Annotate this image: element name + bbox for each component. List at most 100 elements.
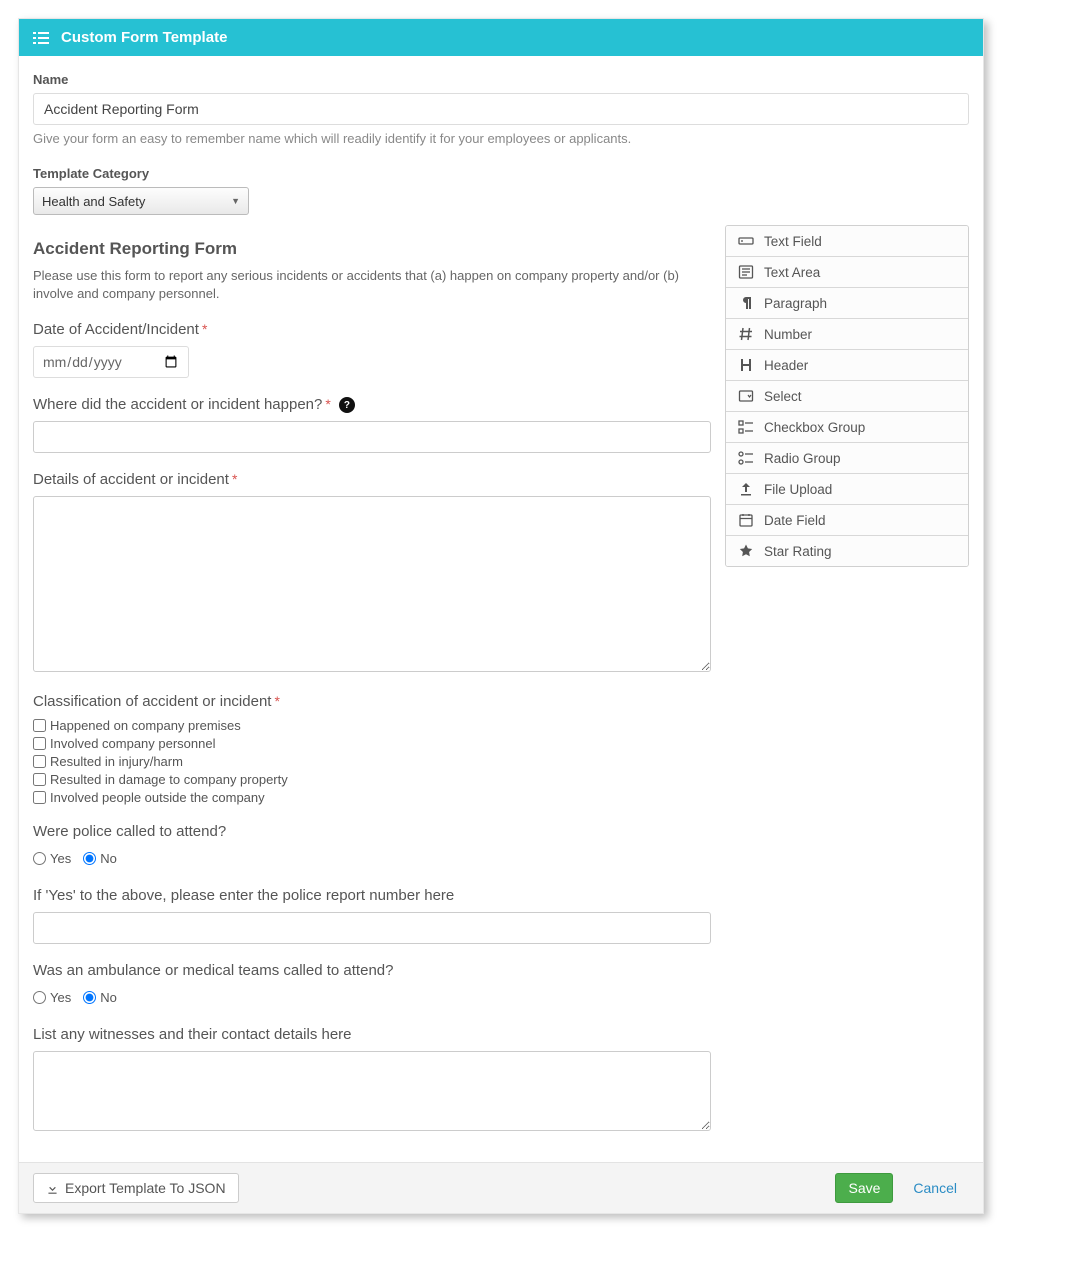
- component-label: Header: [764, 358, 808, 373]
- checkbox-group-icon: [738, 419, 754, 435]
- date-question-label: Date of Accident/Incident*: [33, 321, 711, 338]
- ambulance-radio-no[interactable]: No: [83, 990, 117, 1005]
- component-label: Text Field: [764, 234, 822, 249]
- star-rating-icon: [738, 543, 754, 559]
- paragraph-icon: [738, 295, 754, 311]
- component-select[interactable]: Select: [726, 381, 968, 412]
- name-help: Give your form an easy to remember name …: [33, 131, 969, 146]
- checkbox-label: Resulted in injury/harm: [50, 754, 183, 769]
- radio[interactable]: [83, 852, 96, 865]
- category-selected: Health and Safety: [42, 194, 145, 209]
- component-star-rating[interactable]: Star Rating: [726, 536, 968, 566]
- panel-header: Custom Form Template: [19, 19, 983, 56]
- classification-option-2[interactable]: Resulted in injury/harm: [33, 754, 711, 769]
- checkbox-label: Involved company personnel: [50, 736, 216, 751]
- classification-option-4[interactable]: Involved people outside the company: [33, 790, 711, 805]
- checkbox[interactable]: [33, 737, 46, 750]
- ambulance-radio-yes[interactable]: Yes: [33, 990, 71, 1005]
- export-json-label: Export Template To JSON: [65, 1180, 226, 1196]
- component-palette: Text Field Text Area Paragraph Number: [725, 225, 969, 567]
- police-report-label: If 'Yes' to the above, please enter the …: [33, 887, 711, 904]
- witnesses-question-label: List any witnesses and their contact det…: [33, 1026, 711, 1043]
- where-question-text: Where did the accident or incident happe…: [33, 396, 322, 413]
- checkbox[interactable]: [33, 755, 46, 768]
- checkbox-label: Happened on company premises: [50, 718, 241, 733]
- component-label: Star Rating: [764, 544, 832, 559]
- form-preview: Accident Reporting Form Please use this …: [33, 225, 711, 1154]
- component-label: Select: [764, 389, 802, 404]
- component-text-field[interactable]: Text Field: [726, 226, 968, 257]
- cancel-button[interactable]: Cancel: [901, 1174, 969, 1202]
- required-marker: *: [232, 471, 237, 487]
- component-label: Number: [764, 327, 812, 342]
- save-button[interactable]: Save: [835, 1173, 893, 1203]
- classification-question-label: Classification of accident or incident*: [33, 693, 711, 710]
- name-input[interactable]: [33, 93, 969, 125]
- chevron-down-icon: ▼: [231, 196, 240, 206]
- number-icon: [738, 326, 754, 342]
- panel-body: Name Give your form an easy to remember …: [19, 56, 983, 1162]
- witnesses-textarea[interactable]: [33, 1051, 711, 1131]
- radio-label: Yes: [50, 851, 71, 866]
- required-marker: *: [325, 396, 330, 412]
- radio[interactable]: [83, 991, 96, 1004]
- component-checkbox-group[interactable]: Checkbox Group: [726, 412, 968, 443]
- classification-option-1[interactable]: Involved company personnel: [33, 736, 711, 751]
- name-label: Name: [33, 72, 969, 87]
- component-radio-group[interactable]: Radio Group: [726, 443, 968, 474]
- police-radio-yes[interactable]: Yes: [33, 851, 71, 866]
- component-label: Paragraph: [764, 296, 827, 311]
- checkbox[interactable]: [33, 791, 46, 804]
- component-label: Date Field: [764, 513, 826, 528]
- required-marker: *: [202, 321, 207, 337]
- component-text-area[interactable]: Text Area: [726, 257, 968, 288]
- export-json-button[interactable]: Export Template To JSON: [33, 1173, 239, 1203]
- where-question-label: Where did the accident or incident happe…: [33, 396, 711, 413]
- panel-title: Custom Form Template: [61, 29, 227, 46]
- help-icon[interactable]: ?: [339, 397, 355, 413]
- radio[interactable]: [33, 852, 46, 865]
- text-field-icon: [738, 233, 754, 249]
- component-label: Radio Group: [764, 451, 841, 466]
- file-upload-icon: [738, 481, 754, 497]
- checkbox[interactable]: [33, 719, 46, 732]
- form-preview-intro: Please use this form to report any serio…: [33, 267, 711, 303]
- component-header[interactable]: Header: [726, 350, 968, 381]
- classification-option-0[interactable]: Happened on company premises: [33, 718, 711, 733]
- download-icon: [46, 1182, 59, 1195]
- component-label: Text Area: [764, 265, 820, 280]
- date-question-text: Date of Accident/Incident: [33, 321, 199, 338]
- checkbox[interactable]: [33, 773, 46, 786]
- component-paragraph[interactable]: Paragraph: [726, 288, 968, 319]
- component-date-field[interactable]: Date Field: [726, 505, 968, 536]
- checkbox-label: Involved people outside the company: [50, 790, 265, 805]
- component-number[interactable]: Number: [726, 319, 968, 350]
- checkbox-label: Resulted in damage to company property: [50, 772, 288, 787]
- radio[interactable]: [33, 991, 46, 1004]
- component-file-upload[interactable]: File Upload: [726, 474, 968, 505]
- date-field-icon: [738, 512, 754, 528]
- text-area-icon: [738, 264, 754, 280]
- category-select[interactable]: Health and Safety ▼: [33, 187, 249, 215]
- radio-label: Yes: [50, 990, 71, 1005]
- classification-option-3[interactable]: Resulted in damage to company property: [33, 772, 711, 787]
- form-template-panel: Custom Form Template Name Give your form…: [18, 18, 984, 1214]
- police-question-label: Were police called to attend?: [33, 823, 711, 840]
- date-input[interactable]: [33, 346, 189, 378]
- details-question-text: Details of accident or incident: [33, 471, 229, 488]
- radio-group-icon: [738, 450, 754, 466]
- component-label: Checkbox Group: [764, 420, 865, 435]
- ambulance-question-label: Was an ambulance or medical teams called…: [33, 962, 711, 979]
- component-label: File Upload: [764, 482, 832, 497]
- details-textarea[interactable]: [33, 496, 711, 672]
- ambulance-radio-group: Yes No: [33, 987, 711, 1008]
- radio-label: No: [100, 851, 117, 866]
- where-input[interactable]: [33, 421, 711, 453]
- details-question-label: Details of accident or incident*: [33, 471, 711, 488]
- header-icon: [738, 357, 754, 373]
- classification-question-text: Classification of accident or incident: [33, 693, 271, 710]
- police-report-input[interactable]: [33, 912, 711, 944]
- footer-bar: Export Template To JSON Save Cancel: [19, 1162, 983, 1213]
- list-icon: [33, 31, 49, 45]
- police-radio-no[interactable]: No: [83, 851, 117, 866]
